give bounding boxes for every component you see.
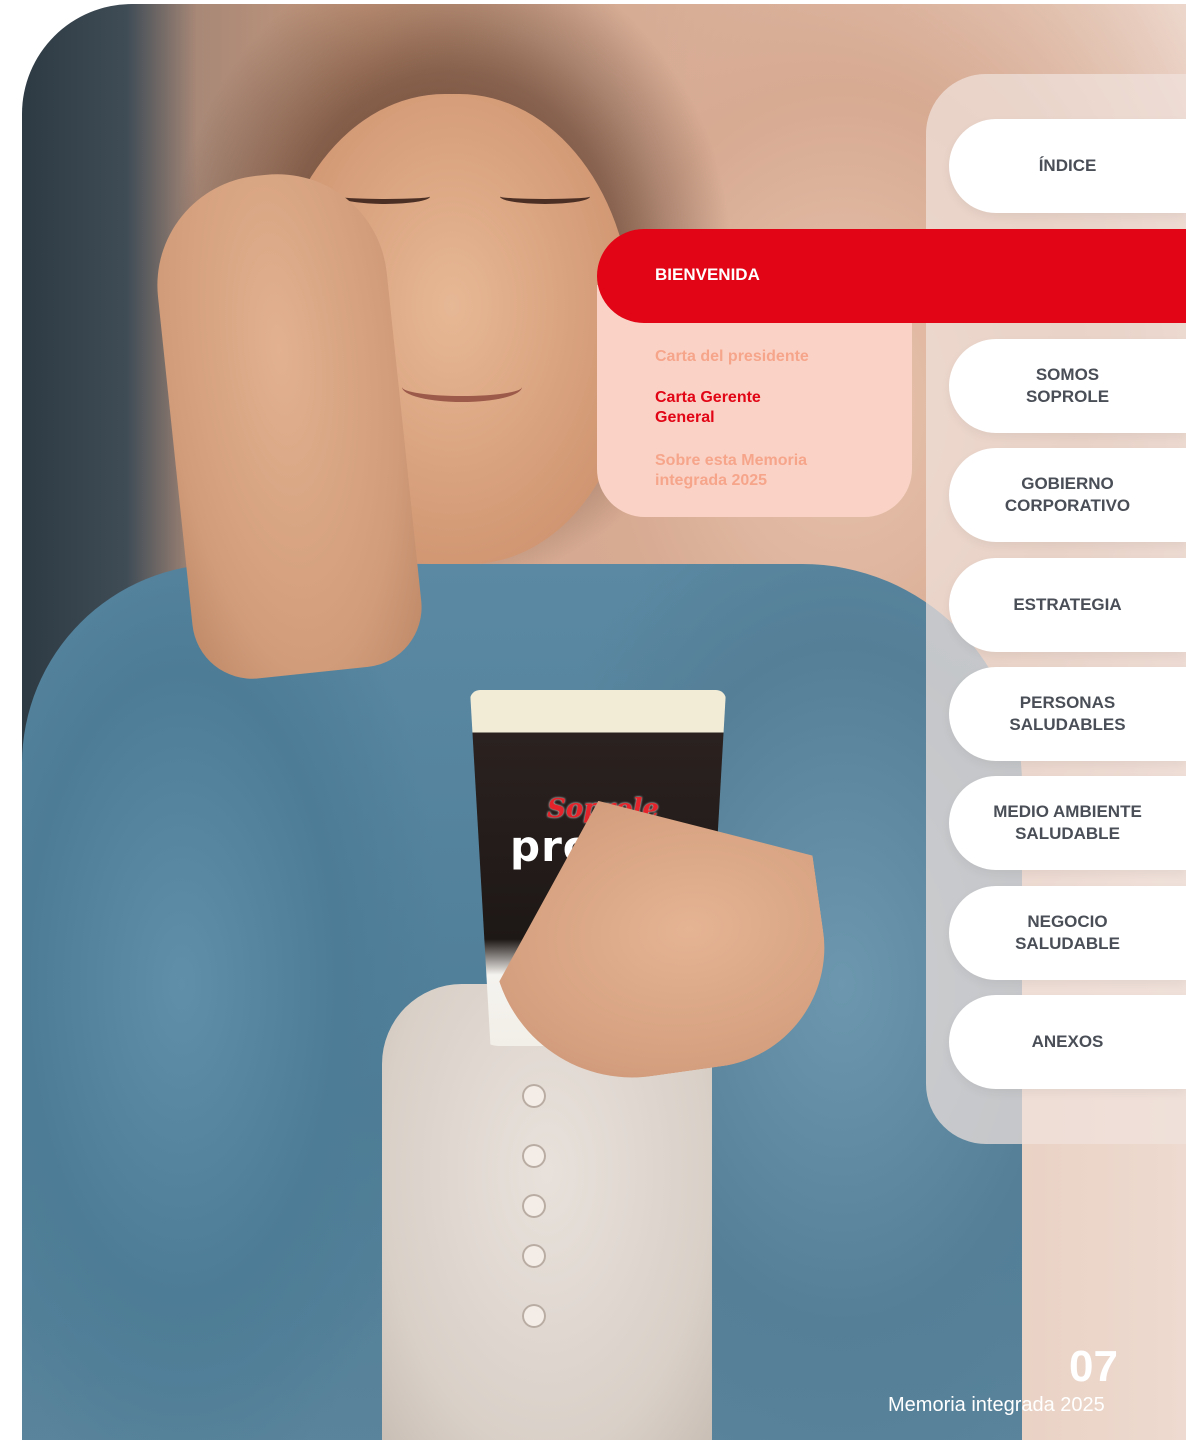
nav-medio-ambiente-button[interactable]: MEDIO AMBIENTE SALUDABLE (949, 776, 1186, 870)
photo-eye-right (500, 189, 590, 204)
nav-bienvenida-active[interactable]: BIENVENIDA (597, 229, 1186, 323)
submenu-item-carta-gerente[interactable]: Carta Gerente General (655, 388, 875, 428)
submenu-item-carta-presidente[interactable]: Carta del presidente (655, 347, 875, 367)
photo-mouth (402, 372, 522, 402)
nav-estrategia-button[interactable]: ESTRATEGIA (949, 558, 1186, 652)
nav-personas-saludables-button[interactable]: PERSONAS SALUDABLES (949, 667, 1186, 761)
nav-indice-button[interactable]: ÍNDICE (949, 119, 1186, 213)
nav-negocio-saludable-button[interactable]: NEGOCIO SALUDABLE (949, 886, 1186, 980)
photo-eye-left (340, 189, 430, 204)
nav-somos-soprole-button[interactable]: SOMOS SOPROLE (949, 339, 1186, 433)
nav-anexos-button[interactable]: ANEXOS (949, 995, 1186, 1089)
footer-title: Memoria integrada 2025 (888, 1394, 1105, 1416)
submenu-item-sobre-memoria[interactable]: Sobre esta Memoria integrada 2025 (655, 451, 875, 491)
shirt-button (522, 1144, 546, 1168)
nav-bienvenida-label: BIENVENIDA (655, 265, 760, 284)
shirt-button (522, 1084, 546, 1108)
shirt-button (522, 1244, 546, 1268)
nav-gobierno-corporativo-button[interactable]: GOBIERNO CORPORATIVO (949, 448, 1186, 542)
page-number: 07 (1069, 1342, 1118, 1391)
shirt-button (522, 1304, 546, 1328)
shirt-button (522, 1194, 546, 1218)
